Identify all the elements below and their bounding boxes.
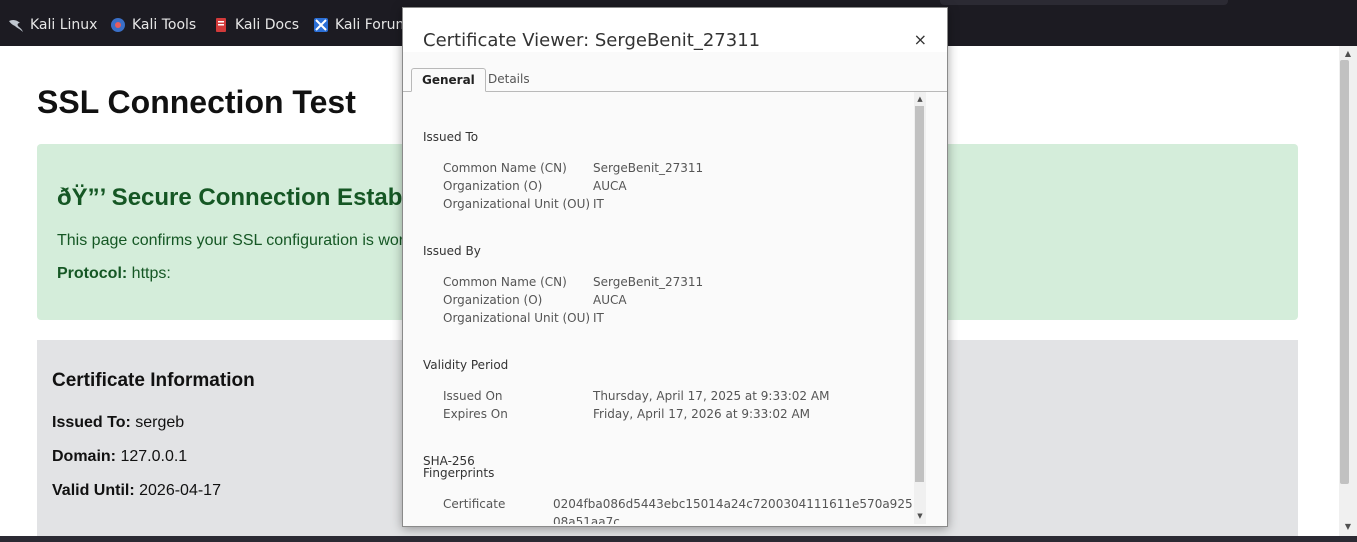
scroll-up-arrow-icon[interactable]: ▲ [1339, 49, 1357, 58]
certificate-general-content: Issued To Common Name (CN) SergeBenit_27… [403, 92, 913, 524]
issued-by-ou-label: Organizational Unit (OU) [443, 311, 591, 325]
fingerprints-heading-line2: Fingerprints [423, 466, 495, 480]
expires-on-label: Expires On [443, 407, 508, 421]
validity-heading: Validity Period [423, 358, 509, 372]
issued-to-cn-value: SergeBenit_27311 [593, 161, 704, 175]
bookmark-kali-linux[interactable]: Kali Linux [8, 15, 97, 35]
page-scrollbar[interactable]: ▲ ▼ [1339, 46, 1357, 536]
bookmark-kali-forums[interactable]: Kali Forums [313, 15, 416, 35]
issued-to-row: Issued To: sergeb [52, 414, 184, 432]
valid-until-label: Valid Until: [52, 482, 135, 499]
dialog-scrollbar[interactable]: ▲ ▼ [914, 92, 926, 524]
url-bar-edge[interactable] [940, 0, 1228, 5]
protocol-label: Protocol: [57, 265, 128, 282]
issued-by-o-label: Organization (O) [443, 293, 543, 307]
window-bottom-edge [0, 536, 1357, 542]
issued-by-cn-label: Common Name (CN) [443, 275, 567, 289]
fingerprint-cert-label: Certificate [443, 497, 506, 511]
page-scrollbar-thumb[interactable] [1340, 60, 1349, 484]
kali-dragon-icon [8, 17, 24, 33]
certificate-info-title: Certificate Information [52, 370, 255, 391]
issued-to-o-label: Organization (O) [443, 179, 543, 193]
valid-until-value: 2026-04-17 [139, 482, 221, 499]
issued-by-ou-value: IT [593, 311, 604, 325]
domain-label: Domain: [52, 448, 116, 465]
dialog-scroll-down-icon[interactable]: ▼ [914, 512, 926, 520]
domain-row: Domain: 127.0.0.1 [52, 448, 187, 466]
issued-on-value: Thursday, April 17, 2025 at 9:33:02 AM [593, 389, 830, 403]
dialog-scroll-up-icon[interactable]: ▲ [914, 95, 926, 103]
bookmark-label: Kali Docs [235, 17, 300, 33]
issued-to-ou-value: IT [593, 197, 604, 211]
issued-by-cn-value: SergeBenit_27311 [593, 275, 704, 289]
issued-on-label: Issued On [443, 389, 503, 403]
domain-value: 127.0.0.1 [120, 448, 188, 465]
issued-to-ou-label: Organizational Unit (OU) [443, 197, 591, 211]
issued-to-label: Issued To: [52, 414, 131, 431]
kali-docs-icon [213, 17, 229, 33]
scroll-down-arrow-icon[interactable]: ▼ [1339, 522, 1357, 531]
issued-to-heading: Issued To [423, 130, 479, 144]
tab-details[interactable]: Details [478, 68, 540, 90]
close-icon[interactable]: × [914, 30, 927, 49]
dialog-tabs: General Details [403, 65, 947, 92]
protocol-value: https: [131, 265, 171, 282]
issued-by-o-value: AUCA [593, 293, 627, 307]
valid-until-row: Valid Until: 2026-04-17 [52, 482, 221, 500]
dialog-title: Certificate Viewer: SergeBenit_27311 [423, 30, 761, 51]
dialog-header: Certificate Viewer: SergeBenit_27311 × [403, 8, 947, 52]
dialog-scrollbar-thumb[interactable] [915, 106, 924, 482]
fingerprint-cert-value-line1: 0204fba086d5443ebc15014a24c7200304111611… [553, 497, 913, 511]
certificate-viewer-dialog: Certificate Viewer: SergeBenit_27311 × G… [402, 7, 948, 527]
bookmark-kali-docs[interactable]: Kali Docs [213, 15, 299, 35]
page-title: SSL Connection Test [37, 84, 356, 120]
issued-by-heading: Issued By [423, 244, 481, 258]
kali-tools-icon [110, 17, 126, 33]
fingerprint-cert-value-line2: 08a51aa7c [553, 515, 620, 524]
protocol-row: Protocol: https: [57, 265, 171, 283]
issued-to-value: sergeb [135, 414, 185, 431]
issued-to-cn-label: Common Name (CN) [443, 161, 567, 175]
bookmark-label: Kali Linux [30, 17, 98, 33]
kali-forums-icon [313, 17, 329, 33]
tab-general[interactable]: General [411, 68, 486, 92]
bookmark-kali-tools[interactable]: Kali Tools [110, 15, 196, 35]
issued-to-o-value: AUCA [593, 179, 627, 193]
expires-on-value: Friday, April 17, 2026 at 9:33:02 AM [593, 407, 811, 421]
bookmark-label: Kali Tools [132, 17, 197, 33]
